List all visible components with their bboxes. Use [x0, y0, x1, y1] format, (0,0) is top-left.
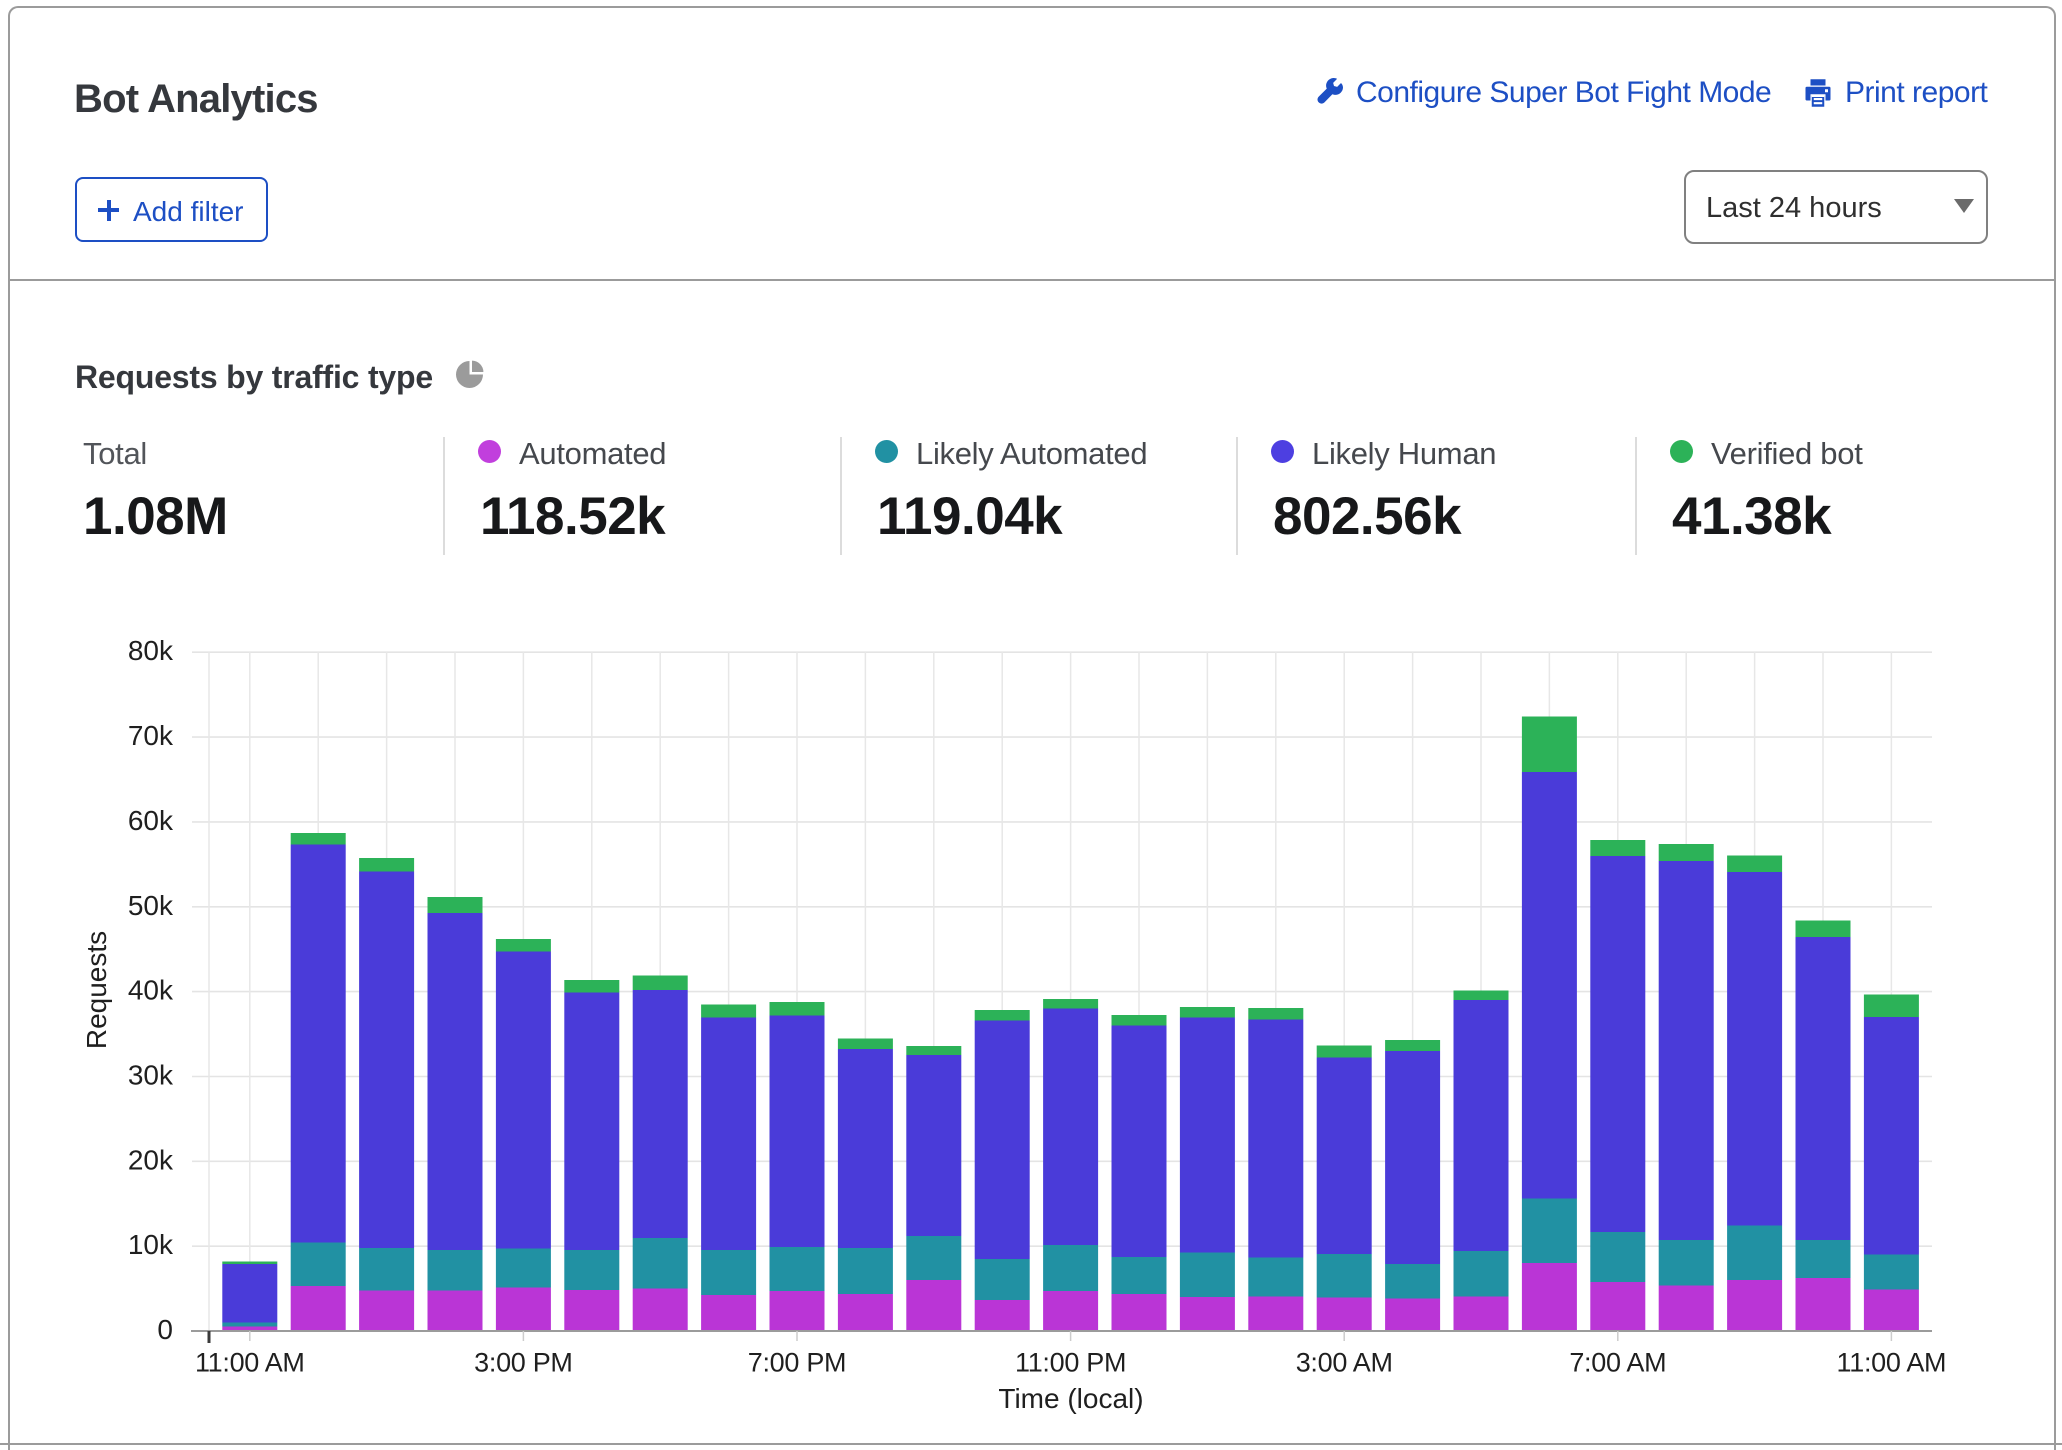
- svg-text:30k: 30k: [128, 1060, 174, 1091]
- svg-text:20k: 20k: [128, 1144, 174, 1175]
- svg-text:3:00 PM: 3:00 PM: [474, 1348, 572, 1378]
- svg-text:Time (local): Time (local): [998, 1383, 1143, 1414]
- svg-text:60k: 60k: [128, 805, 174, 836]
- svg-text:50k: 50k: [128, 890, 174, 921]
- svg-text:40k: 40k: [128, 975, 174, 1006]
- svg-text:11:00 AM: 11:00 AM: [1837, 1348, 1947, 1378]
- svg-text:7:00 AM: 7:00 AM: [1569, 1348, 1666, 1378]
- svg-text:7:00 PM: 7:00 PM: [748, 1348, 846, 1378]
- svg-text:10k: 10k: [128, 1229, 174, 1260]
- svg-text:Requests: Requests: [81, 931, 112, 1049]
- svg-text:11:00 PM: 11:00 PM: [1015, 1348, 1126, 1378]
- svg-text:3:00 AM: 3:00 AM: [1296, 1348, 1393, 1378]
- svg-text:11:00 AM: 11:00 AM: [195, 1348, 305, 1378]
- svg-text:70k: 70k: [128, 720, 174, 751]
- svg-text:80k: 80k: [128, 635, 174, 666]
- svg-text:0: 0: [157, 1314, 173, 1345]
